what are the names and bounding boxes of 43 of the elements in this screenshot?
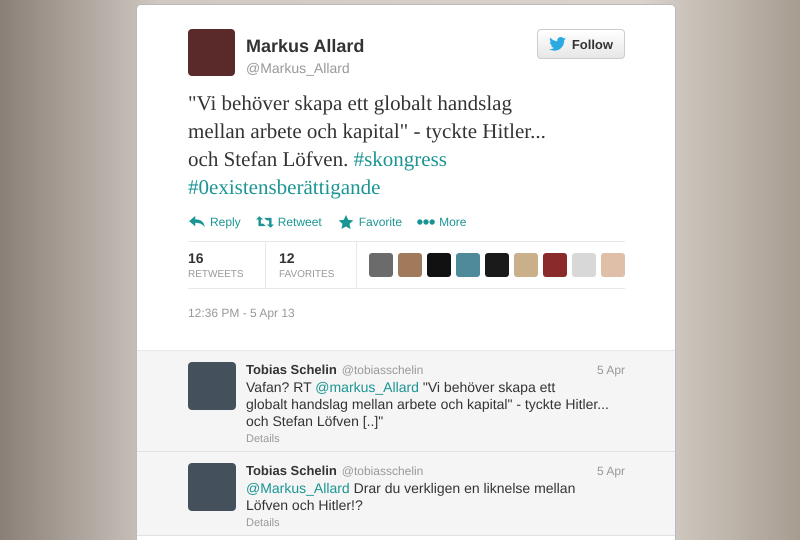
mention-link[interactable]: @markus_Allard — [315, 379, 419, 395]
tweet-text: "Vi behöver skapa ett globalt handslag mellan arbete och kapital" - tyckte Hitler... och Stefan Löfven. #skongress #0existensberättigande — [188, 90, 547, 201]
user-handle[interactable]: @tobiasschelin — [342, 363, 592, 377]
avatar-photo[interactable] — [456, 253, 480, 277]
follow-button[interactable]: Follow — [536, 29, 625, 59]
favorite-action[interactable]: Favorite — [336, 215, 402, 229]
avatar-photo — [188, 29, 235, 76]
avatar-photo[interactable] — [572, 253, 596, 277]
star-icon — [336, 215, 355, 229]
avatar-photo[interactable] — [514, 253, 538, 277]
user-name[interactable]: Tobias Schelin — [246, 362, 337, 377]
bird-icon — [548, 37, 566, 51]
avatar-photo[interactable] — [601, 253, 625, 277]
stat-label[interactable]: FAVORITES — [279, 269, 342, 280]
stat-count[interactable]: 12 — [279, 250, 342, 266]
user-handle[interactable]: @Markus_Allard — [246, 60, 537, 76]
details-link[interactable]: Details — [246, 433, 625, 445]
reply-date[interactable]: 5 Apr — [596, 464, 625, 478]
mention-link[interactable]: @Markus_Allard — [246, 480, 350, 496]
avatar-photo — [188, 463, 236, 511]
avatar-photo[interactable] — [369, 253, 393, 277]
hashtag-link[interactable]: #skongress — [354, 147, 447, 171]
user-handle[interactable]: @tobiasschelin — [342, 464, 592, 478]
retweet-action[interactable]: Retweet — [256, 215, 322, 229]
user-name[interactable]: Markus Allard — [246, 36, 537, 57]
timestamp[interactable]: 12:36 PM - 5 Apr 13 — [188, 306, 625, 350]
reply-date[interactable]: 5 Apr — [596, 363, 625, 377]
user-name[interactable]: Tobias Schelin — [246, 463, 337, 478]
reply-text: Vafan? RT @markus_Allard "Vi behöver skapa ett globalt handslag mellan arbete och kapital" - tyckte Hitler... och Stefan Löfven [..]" — [246, 379, 610, 430]
details-link[interactable]: Details — [246, 517, 625, 529]
more-action[interactable]: More — [417, 215, 466, 229]
avatar-photo[interactable] — [427, 253, 451, 277]
avatar-photo[interactable] — [398, 253, 422, 277]
avatar-photo — [188, 362, 236, 410]
hashtag-link[interactable]: #0existensberättigande — [188, 175, 380, 199]
retweet-icon — [256, 215, 274, 229]
reply-text: @Markus_Allard Drar du verkligen en liknelse mellan Löfven och Hitler!? — [246, 480, 576, 514]
reply-action[interactable]: Reply — [188, 215, 241, 229]
avatar-photo[interactable] — [543, 253, 567, 277]
stat-count[interactable]: 16 — [188, 250, 251, 266]
avatar-photo[interactable] — [485, 253, 509, 277]
reply-icon — [188, 215, 206, 229]
stat-label[interactable]: RETWEETS — [188, 269, 251, 280]
